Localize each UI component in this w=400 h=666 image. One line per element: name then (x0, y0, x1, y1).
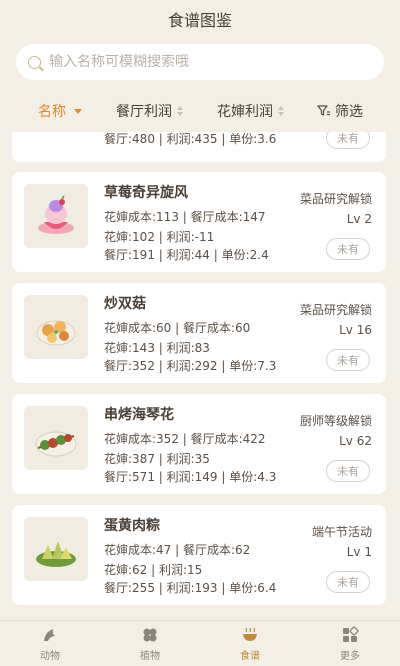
recipe-flower-line: 花婶:143 | 利润:83 (104, 341, 210, 355)
recipe-restaurant-line: 餐厅:480 | 利润:435 | 单份:3.6 (104, 132, 277, 146)
recipe-restaurant-line: 餐厅:352 | 利润:292 | 单份:7.3 (104, 359, 277, 373)
search-input[interactable] (49, 54, 349, 70)
owned-badge[interactable]: 未有 (326, 349, 370, 371)
recipe-restaurant-line: 餐厅:571 | 利润:149 | 单份:4.3 (104, 470, 277, 484)
sort-arrows-icon (177, 106, 183, 116)
search-icon (28, 55, 41, 69)
filter-button[interactable]: 筛选 (317, 101, 363, 121)
recipe-card[interactable]: 串烤海琴花 花婶成本:352 | 餐厅成本:422 花婶:387 | 利润:35… (12, 394, 386, 494)
fish-icon (44, 628, 55, 641)
grid-icon (343, 626, 359, 642)
recipe-unlock-method: 菜品研究解锁 (299, 303, 372, 317)
recipe-unlock-method: 厨师等级解锁 (299, 414, 372, 428)
recipe-name: 炒双菇 (104, 296, 146, 312)
recipe-level: Lv 2 (346, 212, 372, 226)
sort-by-flower-profit[interactable]: 花婶利润 (217, 101, 284, 121)
recipe-flower-line: 花婶:62 | 利润:15 (104, 563, 203, 577)
recipe-card[interactable]: 炒双菇 花婶成本:60 | 餐厅成本:60 花婶:143 | 利润:83 餐厅:… (12, 283, 386, 383)
recipe-unlock-method: 菜品研究解锁 (299, 192, 372, 206)
recipe-restaurant-line: 餐厅:255 | 利润:193 | 单份:6.4 (104, 581, 277, 595)
recipe-name: 串烤海琴花 (104, 407, 174, 423)
recipe-level: Lv 62 (339, 434, 372, 448)
recipe-cost-line: 花婶成本:60 | 餐厅成本:60 (104, 321, 251, 335)
zongzi-icon (36, 541, 76, 567)
sort-by-restaurant-profit[interactable]: 餐厅利润 (116, 101, 183, 121)
recipe-card[interactable]: 草莓奇异旋风 花婶成本:113 | 餐厅成本:147 花婶:102 | 利润:-… (12, 172, 386, 272)
filter-label: 筛选 (335, 104, 363, 120)
sort-name-label: 名称 (38, 104, 66, 120)
recipe-cost-line: 花婶成本:352 | 餐厅成本:422 (104, 432, 266, 446)
recipe-cost-line: 花婶成本:47 | 餐厅成本:62 (104, 543, 251, 557)
tab-label: 植物 (140, 650, 160, 662)
recipe-thumbnail (24, 406, 88, 470)
recipe-level: Lv 16 (339, 323, 372, 337)
strawberry-dessert-icon (38, 195, 74, 234)
search-bar[interactable] (16, 44, 384, 80)
recipe-flower-line: 花婶:387 | 利润:35 (104, 452, 210, 466)
sort-restaurant-profit-label: 餐厅利润 (116, 104, 172, 120)
tab-label: 动物 (40, 650, 60, 662)
recipe-list[interactable]: 餐厅:480 | 利润:435 | 单份:3.6 未有 草莓奇异旋风 花婶成本:… (0, 132, 400, 620)
tab-recipes[interactable]: 食谱 (200, 621, 300, 666)
recipe-flower-line: 花婶:102 | 利润:-11 (104, 230, 215, 244)
recipe-cost-line: 花婶成本:113 | 餐厅成本:147 (104, 210, 266, 224)
recipe-thumbnail (24, 295, 88, 359)
owned-badge[interactable]: 未有 (326, 132, 370, 149)
recipe-level: Lv 1 (346, 545, 372, 559)
tab-plants[interactable]: 植物 (100, 621, 200, 666)
owned-badge[interactable]: 未有 (326, 460, 370, 482)
recipe-unlock-method: 端午节活动 (311, 525, 372, 539)
recipe-thumbnail (24, 517, 88, 581)
bottom-tab-bar: 动物 植物 食谱 更多 (0, 620, 400, 666)
recipe-name: 蛋黄肉粽 (104, 518, 160, 534)
mushroom-dish-icon (36, 320, 76, 346)
filter-icon (317, 105, 330, 116)
tab-label: 更多 (340, 650, 360, 662)
tab-animals[interactable]: 动物 (0, 621, 100, 666)
bowl-icon (243, 627, 257, 641)
recipe-thumbnail (24, 184, 88, 248)
skewer-dish-icon (35, 431, 77, 457)
recipe-card-partial[interactable]: 餐厅:480 | 利润:435 | 单份:3.6 未有 (12, 132, 386, 162)
sort-bar: 名称 餐厅利润 花婶利润 筛选 (0, 94, 400, 128)
recipe-card[interactable]: 蛋黄肉粽 花婶成本:47 | 餐厅成本:62 花婶:62 | 利润:15 餐厅:… (12, 505, 386, 605)
owned-badge[interactable]: 未有 (326, 238, 370, 260)
clover-icon (143, 628, 157, 641)
page-title: 食谱图鉴 (167, 11, 232, 30)
sort-arrows-icon (278, 106, 284, 116)
sort-desc-icon (74, 108, 82, 114)
sort-by-name[interactable]: 名称 (38, 101, 82, 121)
recipe-name: 草莓奇异旋风 (104, 185, 188, 201)
tab-label: 食谱 (240, 650, 260, 662)
owned-badge[interactable]: 未有 (326, 571, 370, 593)
sort-flower-profit-label: 花婶利润 (217, 104, 273, 120)
recipe-restaurant-line: 餐厅:191 | 利润:44 | 单份:2.4 (104, 248, 269, 262)
tab-more[interactable]: 更多 (300, 621, 400, 666)
